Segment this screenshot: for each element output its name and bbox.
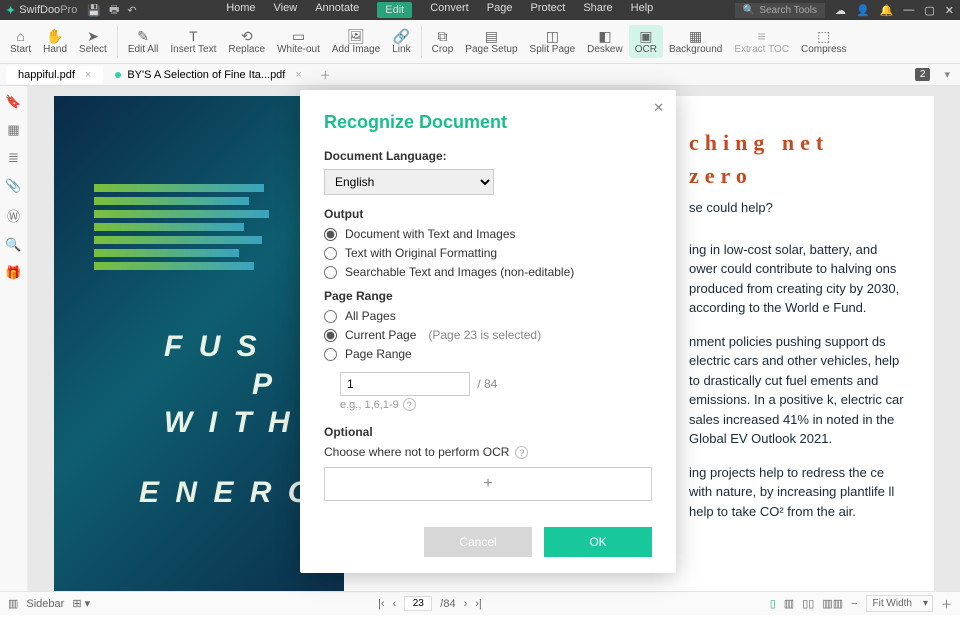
cancel-button[interactable]: Cancel [424, 527, 532, 557]
output-option-2[interactable]: Text with Original Formatting [324, 246, 652, 260]
range-option-all[interactable]: All Pages [324, 309, 652, 323]
output-option-1[interactable]: Document with Text and Images [324, 227, 652, 241]
close-modal-icon[interactable]: ✕ [653, 100, 664, 116]
help-icon[interactable]: ? [515, 446, 528, 459]
range-option-current[interactable]: Current Page(Page 23 is selected) [324, 328, 652, 342]
plus-icon: + [483, 475, 492, 493]
range-label: Page Range [324, 289, 652, 303]
lang-label: Document Language: [324, 149, 652, 163]
language-select[interactable]: English [324, 169, 494, 195]
modal-mask: ✕ Recognize Document Document Language: … [0, 0, 960, 617]
help-icon[interactable]: ? [403, 398, 416, 411]
ocr-modal: ✕ Recognize Document Document Language: … [300, 90, 676, 573]
output-label: Output [324, 207, 652, 221]
optional-hint: Choose where not to perform OCR [324, 445, 509, 459]
ok-button[interactable]: OK [544, 527, 652, 557]
modal-title: Recognize Document [324, 112, 652, 133]
range-total: / 84 [477, 377, 497, 391]
range-example: e.g., 1,6,1-9 [340, 399, 399, 411]
output-option-3[interactable]: Searchable Text and Images (non-editable… [324, 265, 652, 279]
add-exclusion-zone[interactable]: + [324, 467, 652, 501]
range-option-range[interactable]: Page Range [324, 347, 652, 361]
page-range-input[interactable] [340, 372, 470, 396]
optional-label: Optional [324, 425, 652, 439]
